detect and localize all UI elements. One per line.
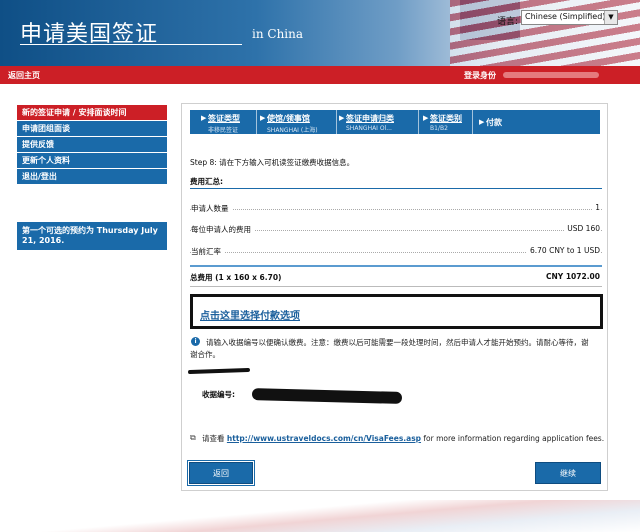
step-visa-class[interactable]: ▶ 签证类别 B1/B2 <box>423 113 462 132</box>
fee-label: 每位申请人的费用 <box>191 224 254 235</box>
step-sub: SHANGHAI (上海) <box>267 127 318 134</box>
total-underline <box>190 286 602 287</box>
sidebar-item-new-application[interactable]: 新的签证申请 / 安排面谈时间 <box>17 105 167 121</box>
total-label: 总费用 (1 x 160 x 6.70) <box>190 273 282 282</box>
fee-row-per-applicant: 每位申请人的费用 USD 160 <box>190 224 602 238</box>
total-value: CNY 1072.00 <box>546 272 600 281</box>
step-name: 使馆/领事馆 <box>267 114 310 123</box>
total-row: 总费用 (1 x 160 x 6.70) CNY 1072.00 <box>190 272 602 283</box>
step-divider <box>336 110 337 134</box>
payment-options-link[interactable]: 点击这里选择付款选项 <box>200 307 300 322</box>
receipt-info-text: 请输入收据编号以便确认缴费。注意：缴费以后可能需要一段处理时间，然后申请人才能开… <box>190 338 589 359</box>
login-as-label: 登录身份 <box>464 71 496 80</box>
redacted-receipt-number <box>251 388 403 404</box>
info-icon: i <box>191 337 200 346</box>
home-link[interactable]: 返回主页 <box>8 70 40 81</box>
fee-value: 1 <box>592 203 600 212</box>
step-application-category[interactable]: ▶ 签证申请归类 SHANGHAI Ol... <box>339 113 394 132</box>
fee-row-applicants: 申请人数量 1 <box>190 203 602 217</box>
total-divider <box>190 265 602 267</box>
external-link-icon: ⧉ <box>190 433 196 442</box>
step-name: 付款 <box>486 118 502 127</box>
chevron-down-icon[interactable]: ▼ <box>604 11 617 24</box>
fee-value: 6.70 CNY to 1 USD <box>527 246 600 255</box>
payment-options-box: 点击这里选择付款选项 <box>190 294 603 329</box>
receipt-number-label: 收据编号: <box>202 390 235 399</box>
step-arrow-icon: ▶ <box>260 114 266 122</box>
sidebar-menu: 新的签证申请 / 安排面谈时间 申请团组面谈 提供反馈 更新个人资料 退出/登出 <box>17 105 167 185</box>
note-suffix: for more information regarding applicati… <box>423 434 605 443</box>
step-name: 签证申请归类 <box>346 114 394 123</box>
dotted-leader <box>190 209 602 210</box>
step-arrow-icon: ▶ <box>423 114 429 122</box>
header-banner: 申请美国签证 in China 语言: Chinese (Simplified)… <box>0 0 640 66</box>
visa-fees-link[interactable]: http://www.ustraveldocs.com/cn/VisaFees.… <box>227 434 421 443</box>
main-panel: ▶ 签证类型 非移民签证 ▶ 使馆/领事馆 SHANGHAI (上海) ▶ 签证… <box>181 103 608 491</box>
fees-heading: 费用汇总: <box>190 177 223 186</box>
top-nav-bar: 返回主页 登录身份 <box>0 66 640 84</box>
step-divider <box>418 110 419 134</box>
step-arrow-icon: ▶ <box>339 114 345 122</box>
bottom-decoration <box>0 500 640 532</box>
step-embassy[interactable]: ▶ 使馆/领事馆 SHANGHAI (上海) <box>260 113 318 134</box>
page-subtitle: in China <box>252 27 304 41</box>
step-name: 签证类型 <box>208 114 240 123</box>
sidebar-item-update-profile[interactable]: 更新个人资料 <box>17 153 167 169</box>
progress-steps: ▶ 签证类型 非移民签证 ▶ 使馆/领事馆 SHANGHAI (上海) ▶ 签证… <box>190 110 600 134</box>
language-select[interactable]: Chinese (Simplified) ▼ <box>521 10 618 25</box>
language-label: 语言: <box>497 17 519 27</box>
step-payment: ▶ 付款 <box>479 117 502 128</box>
step-sub: SHANGHAI Ol... <box>346 125 392 132</box>
step-sub: B1/B2 <box>430 125 448 132</box>
sidebar-item-logout[interactable]: 退出/登出 <box>17 169 167 185</box>
step-arrow-icon: ▶ <box>479 118 485 126</box>
step-arrow-icon: ▶ <box>201 114 207 122</box>
first-appointment-notice: 第一个可选的预约为 Thursday July 21, 2016. <box>17 222 167 250</box>
step-divider <box>256 110 257 134</box>
redacted-text <box>187 367 251 375</box>
step-divider <box>472 110 473 134</box>
language-selected-value: Chinese (Simplified) <box>525 12 606 21</box>
fee-value: USD 160 <box>564 224 600 233</box>
fees-info-note: 请查看 http://www.ustraveldocs.com/cn/VisaF… <box>202 433 604 444</box>
back-button[interactable]: 返回 <box>188 461 254 485</box>
redacted-username <box>503 72 599 78</box>
step-sub: 非移民签证 <box>208 127 239 134</box>
sidebar-item-feedback[interactable]: 提供反馈 <box>17 137 167 153</box>
fee-row-exchange-rate: 当前汇率 6.70 CNY to 1 USD <box>190 246 602 260</box>
step-visa-type[interactable]: ▶ 签证类型 非移民签证 <box>201 113 240 134</box>
step-description: Step 8: 请在下方输入可机读签证缴费收据信息。 <box>190 158 355 167</box>
fees-divider <box>190 188 602 189</box>
sidebar-item-group-interview[interactable]: 申请团组面谈 <box>17 121 167 137</box>
continue-button[interactable]: 继续 <box>535 462 601 484</box>
fee-label: 申请人数量 <box>191 203 232 214</box>
note-prefix: 请查看 <box>202 434 225 443</box>
step-name: 签证类别 <box>430 114 462 123</box>
title-underline <box>20 44 242 45</box>
fee-label: 当前汇率 <box>191 246 224 257</box>
